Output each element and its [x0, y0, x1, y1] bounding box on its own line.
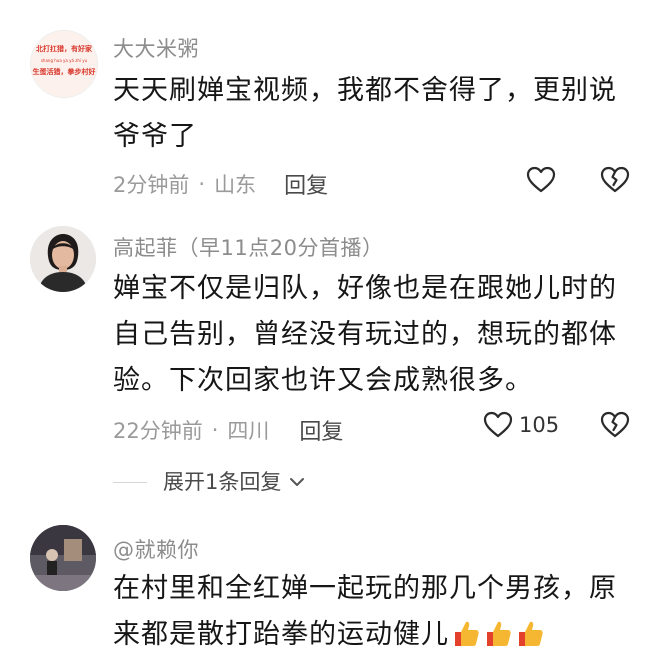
comment-username[interactable]: 大大米粥: [113, 33, 199, 63]
reply-button[interactable]: 回复: [299, 414, 343, 446]
expand-replies-button[interactable]: 展开1条回复: [163, 466, 305, 496]
comment-content-line: 婵宝不仅是归队，好像也是在跟她儿时的: [113, 273, 617, 304]
heart-outline-icon: [526, 166, 556, 194]
dislike-button[interactable]: [600, 166, 630, 194]
comment-content-line: 天天刷婵宝视频，我都不舍得了，更别说: [113, 75, 617, 106]
meta-separator: ·: [198, 172, 206, 196]
comment-location: 四川: [227, 419, 270, 443]
comment-content-line: 爷爷了: [113, 121, 197, 152]
like-button[interactable]: 105: [483, 411, 559, 439]
reply-button[interactable]: 回复: [284, 168, 328, 200]
comment-content: 在村里和全红婵一起玩的那几个男孩，原 来都是散打跆拳的运动健儿: [113, 566, 633, 663]
comment-username[interactable]: @就赖你: [113, 534, 199, 564]
expand-divider: [113, 482, 147, 483]
comment-meta: 22分钟前 · 四川 回复: [113, 414, 343, 446]
comment-content-line: 来都是散打跆拳的运动健儿: [113, 612, 633, 663]
dislike-button[interactable]: [600, 411, 630, 439]
comment-location: 山东: [214, 173, 257, 197]
comment-meta: 2分钟前 · 山东 回复: [113, 168, 328, 200]
thumbs-up-emoji: [483, 617, 513, 663]
avatar[interactable]: 北打扛猎，有好家 shang hua ya yá zhi yu 生蛋活猎，拳步村…: [30, 30, 98, 98]
comment-content-line: 自己告别，曾经没有玩过的，想玩的都体: [113, 319, 617, 350]
thumbs-up-emoji: [515, 617, 545, 663]
avatar[interactable]: [30, 525, 96, 591]
avatar-image: 北打扛猎，有好家 shang hua ya yá zhi yu 生蛋活猎，拳步村…: [31, 31, 97, 97]
comment-content-line: 验。下次回家也许又会成熟很多。: [113, 365, 533, 396]
thumbs-up-emoji: [451, 617, 481, 663]
comment-time: 22分钟前: [113, 419, 203, 443]
avatar-image: [30, 525, 96, 591]
comment-username[interactable]: 高起菲（早11点20分首播）: [113, 232, 383, 262]
like-button[interactable]: [526, 166, 556, 194]
comment-time: 2分钟前: [113, 173, 190, 197]
avatar-text-line: 生蛋活猎，拳步村好: [33, 67, 96, 76]
comment-content-text: 来都是散打跆拳的运动健儿: [113, 619, 449, 650]
avatar-image: [30, 226, 96, 292]
like-count: 105: [519, 413, 560, 437]
avatar-text-line: 北打扛猎，有好家: [36, 44, 93, 53]
heart-outline-icon: [483, 411, 513, 439]
broken-heart-icon: [600, 166, 630, 194]
comment-content: 婵宝不仅是归队，好像也是在跟她儿时的 自己告别，曾经没有玩过的，想玩的都体 验。…: [113, 266, 633, 404]
meta-separator: ·: [211, 418, 219, 442]
avatar[interactable]: [30, 226, 96, 292]
avatar-text-line: shang hua ya yá zhi yu: [41, 58, 88, 63]
broken-heart-icon: [600, 411, 630, 439]
expand-replies-label: 展开1条回复: [163, 470, 282, 494]
chevron-down-icon: [289, 469, 305, 493]
comment-content: 天天刷婵宝视频，我都不舍得了，更别说 爷爷了: [113, 68, 633, 160]
comment-content-line: 在村里和全红婵一起玩的那几个男孩，原: [113, 573, 617, 604]
